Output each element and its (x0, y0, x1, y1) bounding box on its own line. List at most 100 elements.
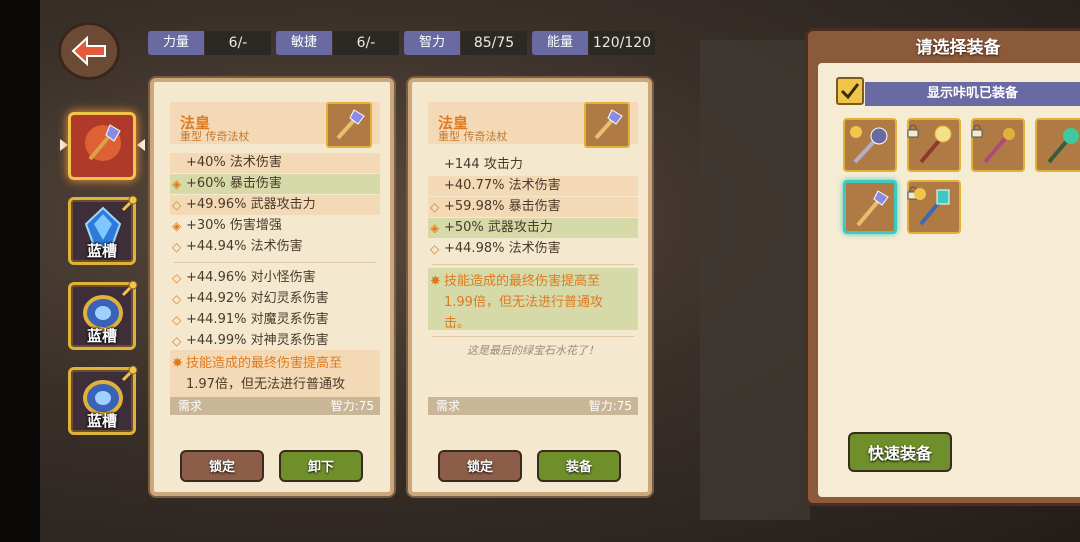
skill-text: 击。 (444, 316, 471, 331)
back-button[interactable] (58, 22, 120, 80)
key-icon (121, 195, 138, 212)
skill-text: 技能造成的最终伤害提高至 (444, 274, 601, 289)
requirement-label: 需求 (178, 399, 203, 413)
gem-slot-2[interactable]: 蓝槽 (68, 280, 138, 350)
show-equipped-label: 显示咔叽已装备 (865, 82, 1080, 106)
slot-left-arrow-icon (60, 139, 68, 151)
stat-line: ◈ +50% 武器攻击力 (428, 218, 638, 238)
skill-description: ✸ 技能造成的最终伤害提高至 1.97倍，但无法进行普通攻 击 (170, 350, 380, 400)
stat-text: +44.96% 对小怪伤害 (186, 270, 316, 285)
stat-text: +44.99% 对神灵系伤害 (186, 333, 329, 348)
stat-line: +144 攻击力 (428, 155, 638, 175)
stat-label-energy: 能量 (532, 31, 588, 55)
item-cell[interactable] (971, 118, 1025, 172)
stat-value-strength: 6/- (205, 31, 271, 55)
diamond-outline-icon: ◇ (172, 240, 182, 254)
requirement-label: 需求 (436, 399, 461, 413)
stat-line: ◇ +59.98% 暴击伤害 (428, 197, 638, 217)
picker-title: 请选择装备 (915, 38, 1001, 58)
lock-icon (971, 124, 983, 138)
egg-icon (914, 188, 926, 200)
equipped-item-panel: 法皇 重型 传奇法杖 +40% 法术伤害 ◈ +60% 暴击伤害 ◇ +49.96%… (150, 78, 394, 496)
stat-text: +59.98% 暴击伤害 (444, 199, 561, 214)
slot-label: 蓝槽 (86, 327, 117, 345)
item-cell[interactable] (1035, 118, 1080, 172)
lock-button[interactable]: 锁定 (438, 450, 522, 482)
stat-line: ◈ +60% 暴击伤害 (170, 174, 380, 194)
stat-line: ◇ +44.96% 对小怪伤害 (170, 268, 380, 288)
stat-line: ◇ +44.91% 对魔灵系伤害 (170, 310, 380, 330)
stat-line: ◈ +30% 伤害增强 (170, 216, 380, 236)
stat-label-strength: 力量 (148, 31, 204, 55)
background-shelf (700, 40, 810, 520)
lock-icon (907, 124, 919, 138)
stat-text: +49.96% 武器攻击力 (186, 197, 316, 212)
item-cell[interactable] (907, 118, 961, 172)
key-icon (121, 365, 138, 382)
skill-text: 1.97倍，但无法进行普通攻 (186, 377, 345, 392)
item-cell[interactable] (843, 118, 897, 172)
slot-right-arrow-icon (137, 139, 145, 151)
gem-slot-3[interactable]: 蓝槽 (68, 365, 138, 435)
stat-text: +50% 武器攻击力 (444, 220, 553, 235)
check-icon (840, 83, 860, 100)
stat-value-agility: 6/- (333, 31, 399, 55)
stat-line: +40% 法术伤害 (170, 153, 380, 173)
left-edge (0, 0, 40, 542)
divider (174, 262, 376, 263)
staff-icon (85, 124, 121, 161)
item-cell-selected[interactable] (843, 180, 897, 234)
stat-line: ◇ +44.99% 对神灵系伤害 (170, 331, 380, 351)
equip-button[interactable]: 装备 (537, 450, 621, 482)
divider (432, 264, 634, 265)
stat-text: +44.98% 法术伤害 (444, 241, 561, 256)
diamond-outline-icon: ◇ (172, 292, 182, 306)
slot-label: 蓝槽 (86, 412, 117, 430)
lock-button[interactable]: 锁定 (180, 450, 264, 482)
item-thumbnail (584, 102, 630, 148)
staff-icon (594, 109, 623, 140)
star-icon: ✸ (430, 274, 441, 289)
key-icon (121, 280, 138, 297)
quick-equip-button[interactable]: 快速装备 (848, 432, 952, 472)
diamond-outline-icon: ◇ (172, 271, 182, 285)
staff-icon (856, 190, 889, 227)
staff-icon (336, 109, 365, 140)
stat-line: ◇ +44.94% 法术伤害 (170, 237, 380, 257)
requirement-value: 智力:75 (330, 399, 374, 413)
divider (432, 336, 634, 337)
item-type: 重型 传奇法杖 (438, 130, 508, 143)
star-icon: ✸ (172, 356, 183, 371)
skill-description: ✸ 技能造成的最终伤害提高至 1.99倍，但无法进行普通攻 击。 (428, 268, 638, 331)
flavor-text: 这是最后的绿宝石水花了！ (467, 344, 599, 357)
requirement-bar: 需求 智力:75 (170, 397, 380, 415)
stat-text: +60% 暴击伤害 (186, 176, 282, 191)
weapon-slot[interactable] (68, 112, 136, 180)
egg-icon (850, 126, 862, 138)
diamond-outline-icon: ◇ (172, 198, 182, 212)
unequip-button[interactable]: 卸下 (279, 450, 363, 482)
stat-line: ◇ +44.98% 法术伤害 (428, 239, 638, 259)
diamond-outline-icon: ◇ (172, 334, 182, 348)
staff-icon (1047, 128, 1079, 164)
gem-slot-1[interactable]: 蓝槽 (68, 195, 138, 265)
slot-label: 蓝槽 (86, 242, 117, 260)
stat-text: +40.77% 法术伤害 (444, 178, 561, 193)
stat-text: +30% 伤害增强 (186, 218, 282, 233)
stat-text: +44.91% 对魔灵系伤害 (186, 312, 329, 327)
diamond-outline-icon: ◇ (430, 242, 440, 256)
back-arrow-icon (71, 36, 106, 66)
diamond-icon: ◈ (172, 177, 182, 191)
diamond-outline-icon: ◇ (430, 200, 440, 214)
stat-text: +44.92% 对幻灵系伤害 (186, 291, 329, 306)
stat-text: +44.94% 法术伤害 (186, 239, 303, 254)
stat-value-energy: 120/120 (589, 31, 655, 55)
diamond-outline-icon: ◇ (172, 313, 182, 327)
requirement-value: 智力:75 (588, 399, 632, 413)
stat-line: ◇ +49.96% 武器攻击力 (170, 195, 380, 215)
stat-line: +40.77% 法术伤害 (428, 176, 638, 196)
stat-value-intelligence: 85/75 (461, 31, 527, 55)
item-thumbnail (326, 102, 372, 148)
show-equipped-checkbox[interactable] (836, 77, 864, 105)
item-cell[interactable] (907, 180, 961, 234)
